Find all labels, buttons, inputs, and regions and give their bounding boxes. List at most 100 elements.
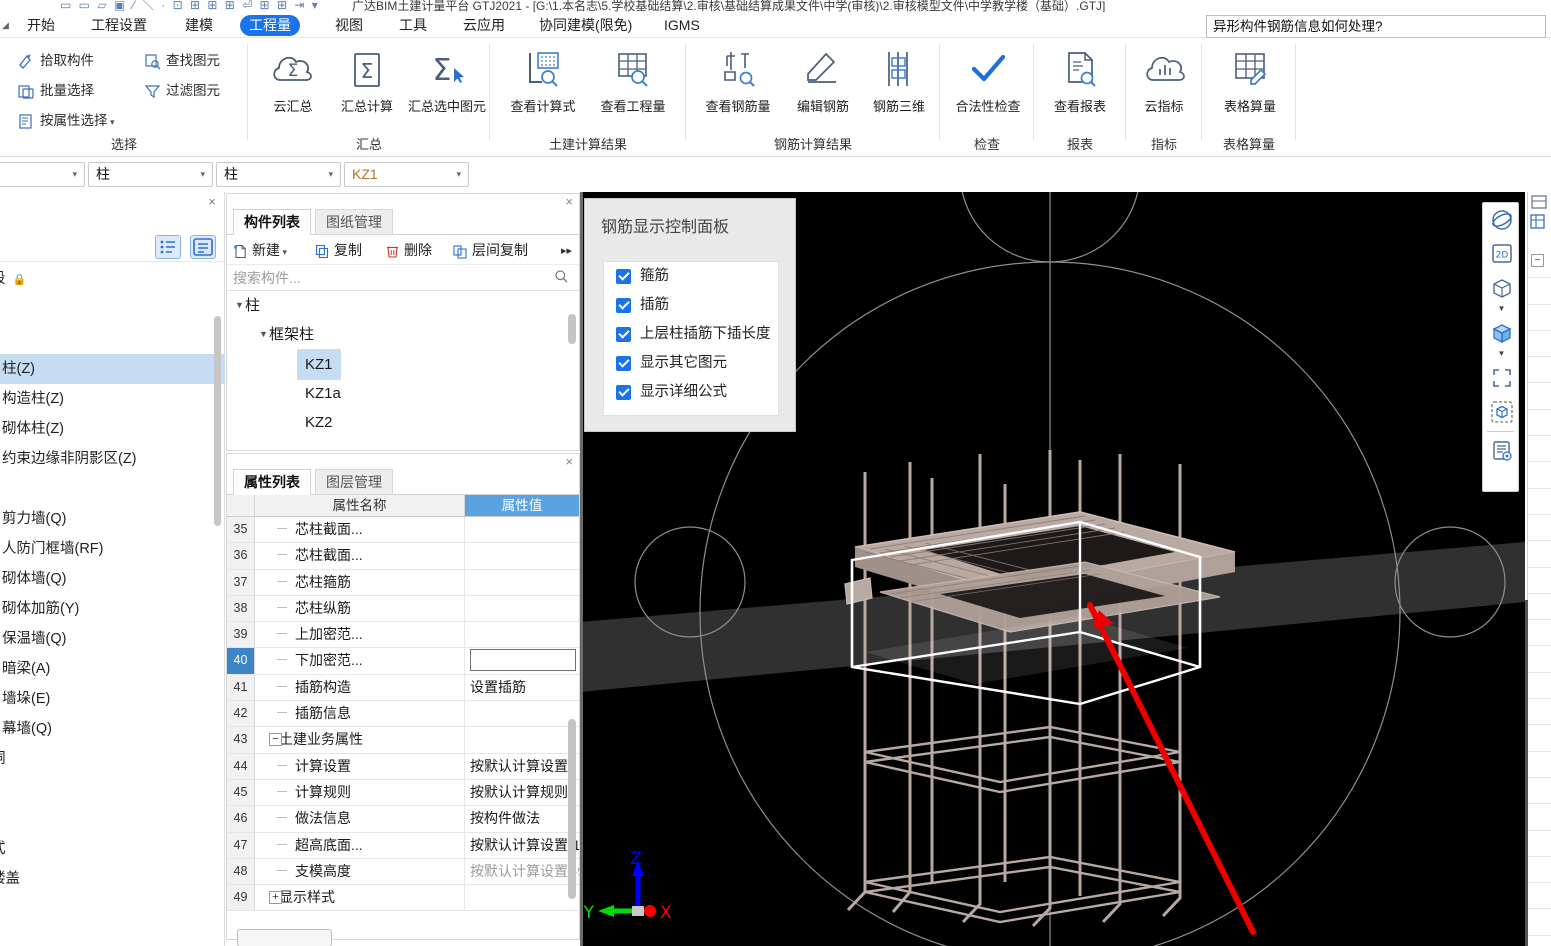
checkbox-icon[interactable] [616, 327, 631, 342]
property-value[interactable] [465, 622, 579, 647]
property-value[interactable]: 按默认计算设置(-9.2) [465, 859, 579, 884]
sidebar-item-curtain-wall-q[interactable]: 幕墙(Q) [0, 714, 225, 744]
delete-component-button[interactable]: 删除 [385, 239, 432, 261]
menu-item-modeling[interactable]: 建模 [176, 15, 222, 36]
view-report-button[interactable]: 查看报表 [1043, 44, 1117, 115]
detail-view-icon[interactable] [190, 235, 216, 259]
new-component-button[interactable]: 新建 ▾ [233, 239, 287, 261]
sidebar-item-insulation-wall-q[interactable]: 保温墙(Q) [0, 624, 225, 654]
selection-frame-button[interactable] [1483, 361, 1520, 395]
table-quantity-button[interactable]: 表格算量 [1212, 44, 1288, 115]
property-value[interactable]: 设置插筋 [465, 675, 579, 700]
search-input[interactable] [233, 268, 533, 288]
sum-selected-button[interactable]: Σ 汇总选中图元 [404, 44, 490, 115]
orbit-button[interactable] [1483, 203, 1520, 237]
table-row[interactable]: 44 计算设置 按默认计算设置 [227, 753, 579, 780]
menu-item-cloud-apps[interactable]: 云应用 [454, 15, 514, 36]
tab-drawing-manage[interactable]: 图纸管理 [315, 209, 393, 235]
sidebar-item-masonry-column-z[interactable]: 砌体柱(Z) [0, 414, 225, 444]
menu-item-project-settings[interactable]: 工程设置 [82, 15, 156, 36]
menu-item-view[interactable]: 视图 [326, 15, 372, 36]
property-panel-close-icon[interactable]: × [565, 454, 573, 469]
table-row[interactable]: 42 插筋信息 [227, 701, 579, 728]
sidebar-item-shear-wall-q[interactable]: 剪力墙(Q) [0, 504, 225, 534]
property-value[interactable]: 按默认计算设置(157) [465, 833, 579, 858]
find-element-button[interactable]: 查找图元 [144, 48, 220, 74]
tree-node-kz1[interactable]: KZ1 [227, 349, 579, 380]
chevron-down-icon[interactable]: ▼ [259, 320, 268, 349]
property-value[interactable] [465, 596, 579, 621]
edit-rebar-button[interactable]: 编辑钢筋 [786, 44, 860, 115]
search-icon[interactable] [554, 269, 569, 284]
property-value[interactable]: 按构件做法 [465, 806, 579, 831]
value-edit-input[interactable] [470, 649, 576, 672]
solid-box-button[interactable] [1483, 316, 1520, 350]
property-table-scrollbar[interactable] [568, 719, 576, 899]
table-row[interactable]: 35 芯柱截面... [227, 517, 579, 544]
view-quantity-button[interactable]: 查看工程量 [590, 44, 676, 115]
sidebar-item-door-frame-wall-rf[interactable]: 人防门框墙(RF) [0, 534, 225, 564]
sidebar-group-slab[interactable]: 板 [0, 804, 225, 834]
checkbox-row-show-other-elements[interactable]: 显示其它图元 [604, 349, 778, 378]
tab-property-list[interactable]: 属性列表 [233, 469, 311, 495]
menu-item-start[interactable]: 开始 [18, 15, 64, 36]
component-combo[interactable]: KZ1 ▾ [344, 162, 469, 187]
chevron-down-icon[interactable]: ▼ [235, 291, 244, 320]
wireframe-box-button[interactable] [1483, 271, 1520, 305]
menu-item-igms[interactable]: IGMS [655, 15, 709, 36]
validity-check-button[interactable]: 合法性检查 [946, 44, 1030, 115]
sidebar-item-hidden-beam-a[interactable]: 暗梁(A) [0, 654, 225, 684]
sidebar-item-constrained-edge-z[interactable]: 约束边缘非阴影区(Z) [0, 444, 225, 474]
cloud-indicator-button[interactable]: 云指标 [1127, 44, 1201, 115]
filter-element-button[interactable]: 过滤图元 [144, 78, 220, 104]
expand-icon[interactable]: + [269, 891, 282, 905]
select-by-property-button[interactable]: 按属性选择 ▾ [18, 108, 115, 134]
right-panel-tab[interactable] [1530, 214, 1546, 230]
show-info-button[interactable] [1483, 434, 1520, 468]
property-value[interactable] [465, 570, 579, 595]
sidebar-group-beam[interactable]: 梁 [0, 774, 225, 804]
sidebar-group-prefab[interactable]: 装配式 [0, 834, 225, 864]
property-value-editor[interactable] [465, 648, 579, 673]
table-row[interactable]: 41 插筋构造 设置插筋 [227, 674, 579, 702]
tree-node-column[interactable]: ▼ 柱 [227, 291, 579, 320]
table-row[interactable]: 38 芯柱纵筋 [227, 595, 579, 623]
table-row-group[interactable]: 49 + 显示样式 [227, 885, 579, 912]
table-row[interactable]: 39 上加密范... [227, 622, 579, 649]
batch-select-button[interactable]: 批量选择 [18, 78, 94, 104]
sidebar-item-masonry-rebar-y[interactable]: 砌体加筋(Y) [0, 594, 225, 624]
copy-component-button[interactable]: 复制 [315, 239, 362, 261]
rebar-3d-button[interactable]: 钢筋三维 [862, 44, 936, 115]
tree-node-kz1a[interactable]: KZ1a [227, 378, 579, 407]
checkbox-icon[interactable] [616, 356, 631, 371]
table-row-selected[interactable]: 40 下加密范... [227, 648, 579, 675]
left-panel-close-icon[interactable]: × [208, 194, 216, 209]
subcategory-combo[interactable]: 柱 ▾ [216, 162, 341, 187]
sidebar-group-openings[interactable]: 门窗洞 [0, 744, 225, 774]
property-value[interactable] [465, 701, 579, 726]
table-row-group[interactable]: 43 − 土建业务属性 [227, 727, 579, 754]
more-commands-button[interactable]: ▸▸ [557, 239, 576, 261]
property-value[interactable]: 按默认计算设置 [465, 754, 579, 779]
sum-calc-button[interactable]: Σ 汇总计算 [330, 44, 404, 115]
checkbox-row-show-detail-formula[interactable]: 显示详细公式 [604, 378, 778, 407]
property-value[interactable] [465, 517, 579, 542]
table-row[interactable]: 46 做法信息 按构件做法 [227, 806, 579, 833]
tab-layer-manage[interactable]: 图层管理 [315, 469, 393, 495]
chevron-down-icon[interactable]: ▼ [1483, 305, 1520, 316]
tree-node-frame-column[interactable]: ▼ 框架柱 [227, 320, 579, 349]
sidebar-group-axis[interactable]: 轴线 [0, 294, 225, 324]
chevron-down-icon[interactable]: ▼ [1483, 350, 1520, 361]
menu-item-collab[interactable]: 协同建模(限免) [530, 15, 641, 36]
quick-access-toolbar[interactable]: ▭ ▭ ▱ ▣ ⁄ ＼ · ⊡ ⊞ ⊞ ⊞ ⏎ ⊞ ⊞ ⇥ ▾ [60, 0, 320, 12]
cloud-sum-button[interactable]: Σ 云汇总 [256, 44, 330, 115]
sidebar-group-column[interactable]: 柱 [0, 324, 225, 354]
table-row[interactable]: 45 计算规则 按默认计算规则 [227, 779, 579, 807]
sidebar-item-masonry-wall-q[interactable]: 砌体墙(Q) [0, 564, 225, 594]
pick-component-button[interactable]: 拾取构件 [18, 48, 94, 74]
checkbox-icon[interactable] [616, 298, 631, 313]
sidebar-group-stairs[interactable]: 楼梯 [0, 894, 225, 924]
copy-between-floors-button[interactable]: 层间复制 [453, 239, 528, 261]
property-value[interactable]: 按默认计算规则 [465, 780, 579, 805]
category-combo[interactable]: 柱 ▾ [88, 162, 213, 187]
